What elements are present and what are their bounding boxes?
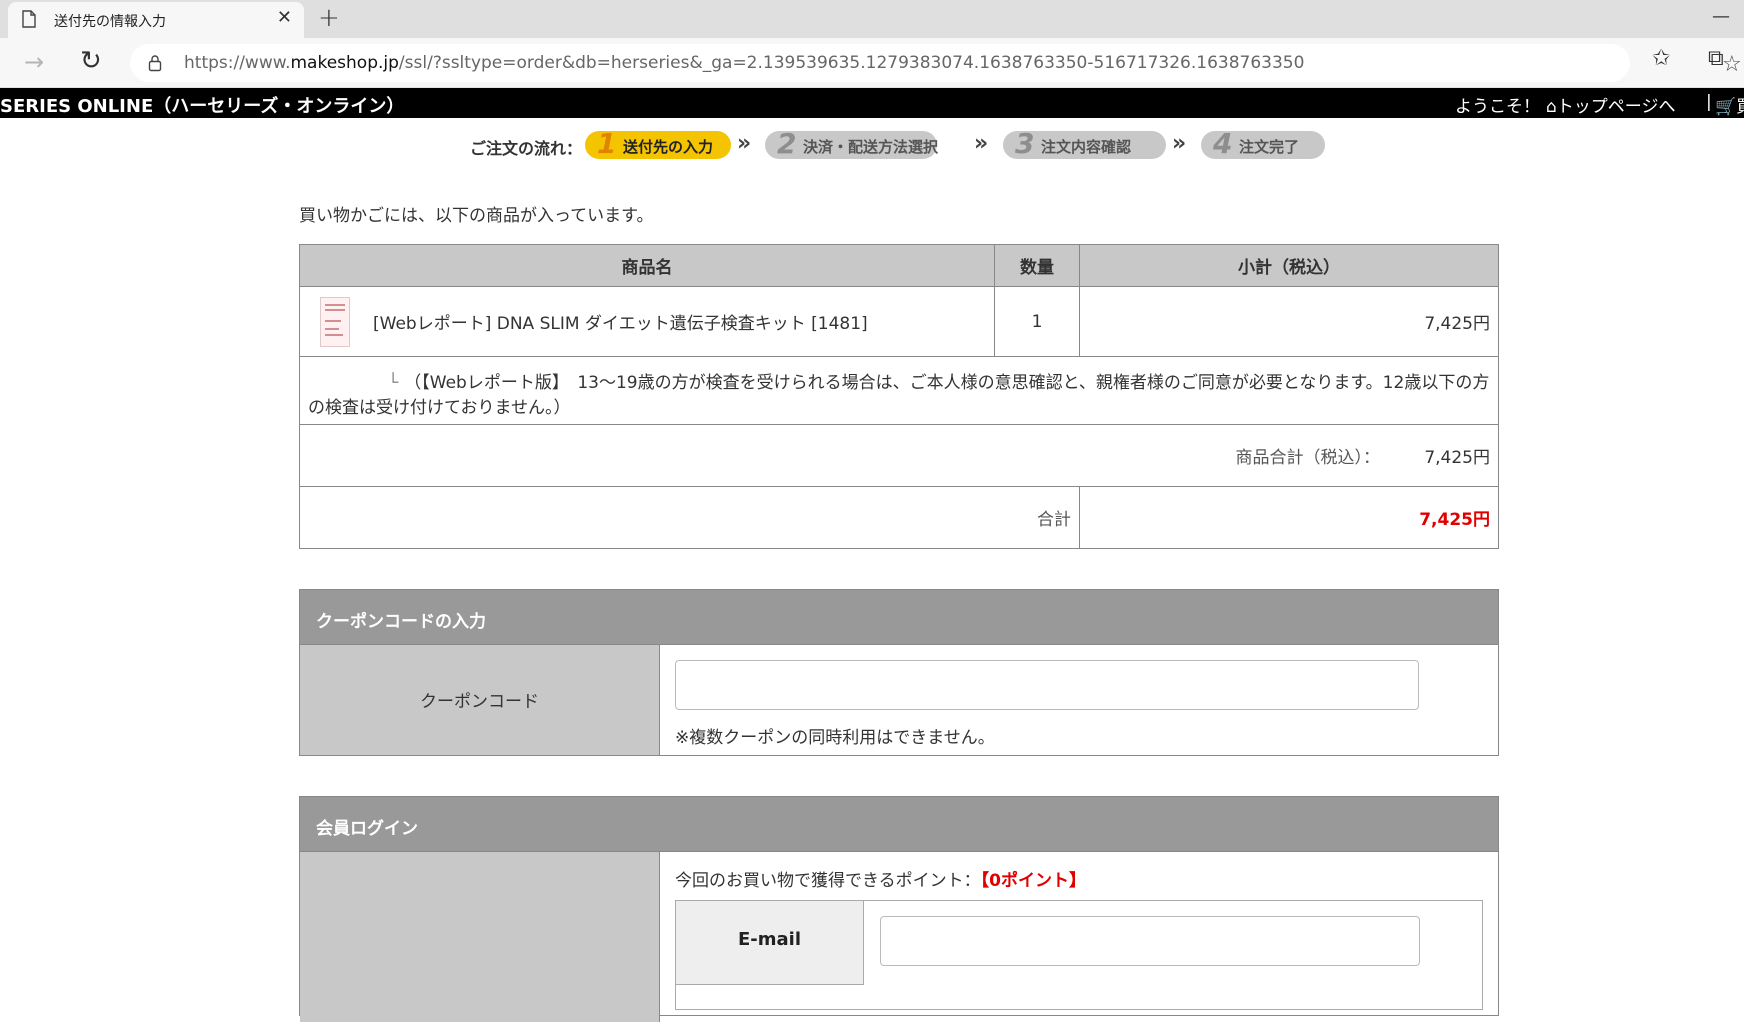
url-input[interactable]: https://www.makeshop.jp/ssl/?ssltype=ord… xyxy=(130,44,1742,82)
product-total-cell: 商品合計（税込）： 7,425円 xyxy=(299,424,1499,487)
favorites-icon[interactable]: ✩ xyxy=(1652,46,1670,71)
browser-address-bar: → ↻ https://www.makeshop.jp/ssl/?ssltype… xyxy=(0,38,1744,88)
cart-link[interactable]: 🛒買 xyxy=(1715,92,1744,117)
close-icon[interactable]: ✕ xyxy=(277,7,292,28)
step-label: 注文内容確認 xyxy=(1041,138,1132,156)
table-row: [Webレポート] DNA SLIM ダイエット遺伝子検査キット [1481] … xyxy=(299,286,1499,357)
collections-icon[interactable]: ⧉ xyxy=(1708,46,1724,71)
login-heading: 会員ログイン xyxy=(300,797,1498,852)
step-number: 4 xyxy=(1213,127,1233,160)
table-row: └ （【Webレポート版】 13～19歳の方が検査を受けられる場合は、ご本人様の意… xyxy=(299,356,1499,425)
cart-intro: 買い物かごには、以下の商品が入っています。 xyxy=(299,206,654,226)
email-label: E-mail xyxy=(737,929,801,950)
step-number: 1 xyxy=(597,127,617,160)
lock-icon[interactable] xyxy=(148,54,162,72)
step-label: 決済・配送方法選択 xyxy=(803,138,939,156)
step-label: 送付先の入力 xyxy=(623,138,714,156)
step-number: 2 xyxy=(777,127,797,160)
option-text: （【Webレポート版】 13～19歳の方が検査を受けられる場合は、ご本人様の意思… xyxy=(308,372,1490,418)
url-path: /ssl/?ssltype=order&db=herseries&_ga=2.1… xyxy=(398,53,1305,73)
login-row: 今回のお買い物で獲得できるポイント：【0ポイント】 E-mail xyxy=(300,852,1498,1022)
coupon-note: ※複数クーポンの同時利用はできません。 xyxy=(675,728,995,748)
steps-label: ご注文の流れ： xyxy=(470,139,583,158)
login-label-cell xyxy=(300,852,660,1022)
header-product-name: 商品名 xyxy=(299,244,995,287)
product-name[interactable]: [Webレポート] DNA SLIM ダイエット遺伝子検査キット [1481] xyxy=(373,309,868,334)
new-tab-button[interactable]: + xyxy=(318,3,340,33)
step-number: 3 xyxy=(1015,127,1035,160)
coupon-section: クーポンコードの入力 クーポンコード ※複数クーポンの同時利用はできません。 xyxy=(299,589,1499,756)
url-text: https://www.makeshop.jp/ssl/?ssltype=ord… xyxy=(184,53,1304,73)
points-text: 今回のお買い物で獲得できるポイント： xyxy=(675,871,981,891)
site-title[interactable]: SERIES ONLINE（ハーセリーズ・オンライン） xyxy=(0,92,404,118)
email-field[interactable] xyxy=(880,916,1420,966)
coupon-label-cell: クーポンコード xyxy=(300,645,660,755)
grand-total-value: 7,425円 xyxy=(1079,486,1499,549)
product-price: 7,425円 xyxy=(1079,286,1499,357)
step-label: 注文完了 xyxy=(1239,138,1300,156)
table-row: 合計 7,425円 xyxy=(299,486,1499,549)
member-login-section: 会員ログイン 今回のお買い物で獲得できるポイント：【0ポイント】 E-mail xyxy=(299,796,1499,1022)
product-cell: [Webレポート] DNA SLIM ダイエット遺伝子検査キット [1481] xyxy=(299,286,995,357)
url-prefix: https://www. xyxy=(184,53,291,73)
add-favorite-icon[interactable]: ☆ xyxy=(1722,52,1742,77)
tree-branch-icon: └ xyxy=(388,372,399,393)
coupon-heading: クーポンコードの入力 xyxy=(300,590,1498,645)
step-arrow-icon: » xyxy=(1172,131,1187,156)
forward-icon[interactable]: → xyxy=(24,48,44,76)
tab-title: 送付先の情報入力 xyxy=(54,14,166,30)
product-total-label: 商品合計（税込）： xyxy=(1235,448,1381,468)
minimize-icon[interactable]: — xyxy=(1712,6,1730,27)
step-arrow-icon: » xyxy=(737,131,752,156)
header-qty: 数量 xyxy=(994,244,1080,287)
coupon-label: クーポンコード xyxy=(420,692,539,712)
site-header: SERIES ONLINE（ハーセリーズ・オンライン） ようこそ！ ⌂トップペー… xyxy=(0,88,1744,118)
browser-tab[interactable]: 送付先の情報入力 ✕ xyxy=(8,2,304,38)
step-4: 4 注文完了 xyxy=(1201,127,1325,160)
browser-tabbar: 送付先の情報入力 ✕ + — xyxy=(0,0,1744,38)
login-form: E-mail xyxy=(675,900,1483,1010)
step-arrow-icon: » xyxy=(974,131,989,156)
cart-table: 商品名 数量 小計（税込） [Webレポート] DNA SLIM ダイエット遺伝… xyxy=(299,244,1499,549)
welcome-text: ようこそ！ xyxy=(1455,97,1540,117)
product-thumbnail[interactable] xyxy=(320,297,350,347)
points-info: 今回のお買い物で獲得できるポイント：【0ポイント】 xyxy=(675,866,1086,891)
reload-icon[interactable]: ↻ xyxy=(80,46,102,76)
header-separator: | xyxy=(1706,92,1712,112)
points-value: 【0ポイント】 xyxy=(980,871,1087,891)
step-3: 3 注文内容確認 xyxy=(1003,127,1166,160)
coupon-code-input[interactable] xyxy=(675,660,1419,710)
product-qty: 1 xyxy=(994,286,1080,357)
product-total-value: 7,425円 xyxy=(1424,448,1490,468)
table-row: 商品合計（税込）： 7,425円 xyxy=(299,424,1499,487)
top-page-link[interactable]: ⌂トップページへ xyxy=(1546,92,1675,117)
header-subtotal: 小計（税込） xyxy=(1079,244,1499,287)
grand-total-label: 合計 xyxy=(299,486,1080,549)
url-domain: makeshop.jp xyxy=(290,53,399,73)
table-header-row: 商品名 数量 小計（税込） xyxy=(299,244,1499,287)
page-icon xyxy=(22,10,36,28)
product-option: └ （【Webレポート版】 13～19歳の方が検査を受けられる場合は、ご本人様の意… xyxy=(299,356,1499,425)
step-1: 1 送付先の入力 xyxy=(585,127,731,160)
email-label-cell: E-mail xyxy=(676,901,864,985)
step-2: 2 決済・配送方法選択 xyxy=(765,127,939,160)
coupon-row: クーポンコード ※複数クーポンの同時利用はできません。 xyxy=(300,645,1498,755)
